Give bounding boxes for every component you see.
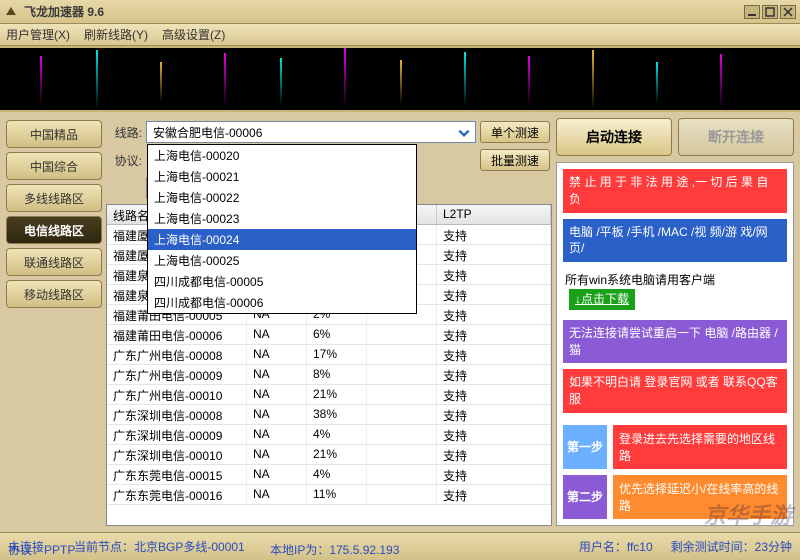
route-combo[interactable]: 安徽合肥电信-00006 上海电信-00020上海电信-00021上海电信-00… bbox=[146, 121, 476, 143]
step-text: 优先选择延迟小/在线率高的线路 bbox=[613, 475, 787, 519]
notice-download: 所有win系统电脑请用客户端 ↓点击下载 bbox=[563, 268, 787, 314]
sidebar-item-2[interactable]: 多线线路区 bbox=[6, 184, 102, 212]
dropdown-option[interactable]: 上海电信-00023 bbox=[148, 208, 416, 229]
sidebar-item-5[interactable]: 移动线路区 bbox=[6, 280, 102, 308]
table-row[interactable]: 广东东莞电信-00016NA11%支持 bbox=[107, 485, 551, 505]
notice-restart: 无法连接请尝试重启一下 电脑 /路由器 /猫 bbox=[563, 320, 787, 364]
status-protocol: 协议：PPTP bbox=[8, 541, 75, 558]
route-dropdown[interactable]: 上海电信-00020上海电信-00021上海电信-00022上海电信-00023… bbox=[147, 144, 417, 314]
chevron-down-icon bbox=[457, 126, 471, 140]
status-local-ip: 本地IP为：175.5.92.193 bbox=[270, 541, 399, 558]
batch-speedtest-button[interactable]: 批量测速 bbox=[480, 149, 550, 171]
close-button[interactable] bbox=[780, 5, 796, 19]
notice-platforms: 电脑 /平板 /手机 /MAC /视 频/游 戏/网页/ bbox=[563, 219, 787, 263]
step-row: 第一步登录进去先选择需要的地区线路 bbox=[563, 425, 787, 469]
connect-button[interactable]: 启动连接 bbox=[556, 118, 672, 156]
table-row[interactable]: 广东广州电信-00009NA8%支持 bbox=[107, 365, 551, 385]
download-link[interactable]: ↓点击下载 bbox=[569, 289, 635, 310]
table-row[interactable]: 广东广州电信-00008NA17%支持 bbox=[107, 345, 551, 365]
window-title: 飞龙加速器 9.6 bbox=[24, 3, 742, 20]
menu-advanced-settings[interactable]: 高级设置(Z) bbox=[162, 26, 225, 43]
table-row[interactable]: 广东深圳电信-00008NA38%支持 bbox=[107, 405, 551, 425]
dropdown-option[interactable]: 四川成都电信-00006 bbox=[148, 292, 416, 313]
app-icon bbox=[4, 5, 18, 19]
dropdown-option[interactable]: 上海电信-00020 bbox=[148, 145, 416, 166]
step-row: 第三步 选好线路点击启动连接->连接成功 bbox=[563, 525, 787, 526]
sidebar-item-0[interactable]: 中国精品 bbox=[6, 120, 102, 148]
sidebar-item-1[interactable]: 中国综合 bbox=[6, 152, 102, 180]
dropdown-option[interactable]: 上海电信-00024 bbox=[148, 229, 416, 250]
maximize-button[interactable] bbox=[762, 5, 778, 19]
banner-image bbox=[0, 46, 800, 112]
notice-support: 如果不明白请 登录官网 或者 联系QQ客服 bbox=[563, 369, 787, 413]
table-row[interactable]: 广东深圳电信-00010NA21%支持 bbox=[107, 445, 551, 465]
sidebar-item-3[interactable]: 电信线路区 bbox=[6, 216, 102, 244]
step-tag: 第一步 bbox=[563, 425, 607, 469]
notice-warning: 禁 止 用 于 非 法 用 途 ,一 切 后 果 自 负 bbox=[563, 169, 787, 213]
protocol-label: 协议: bbox=[108, 152, 142, 169]
step-tag: 第二步 bbox=[563, 475, 607, 519]
table-row[interactable]: 福建莆田电信-00006NA6%支持 bbox=[107, 325, 551, 345]
step-tag: 第三步 bbox=[563, 525, 607, 526]
step-row: 第二步优先选择延迟小/在线率高的线路 bbox=[563, 475, 787, 519]
menu-user-management[interactable]: 用户管理(X) bbox=[6, 26, 70, 43]
table-row[interactable]: 广东东莞电信-00015NA4%支持 bbox=[107, 465, 551, 485]
sidebar-item-4[interactable]: 联通线路区 bbox=[6, 248, 102, 276]
step-text: 登录进去先选择需要的地区线路 bbox=[613, 425, 787, 469]
column-header[interactable]: L2TP bbox=[437, 205, 551, 224]
table-row[interactable]: 广东广州电信-00010NA21%支持 bbox=[107, 385, 551, 405]
dropdown-option[interactable]: 上海电信-00021 bbox=[148, 166, 416, 187]
route-combo-value: 安徽合肥电信-00006 bbox=[153, 124, 262, 141]
single-speedtest-button[interactable]: 单个测速 bbox=[480, 121, 550, 143]
notice-panel: 禁 止 用 于 非 法 用 途 ,一 切 后 果 自 负 电脑 /平板 /手机 … bbox=[556, 162, 794, 526]
menu-bar: 用户管理(X) 刷新线路(Y) 高级设置(Z) bbox=[0, 24, 800, 46]
minimize-button[interactable] bbox=[744, 5, 760, 19]
step-text: 选好线路点击启动连接->连接成功 bbox=[613, 525, 787, 526]
title-bar: 飞龙加速器 9.6 bbox=[0, 0, 800, 24]
dropdown-option[interactable]: 上海电信-00022 bbox=[148, 187, 416, 208]
sidebar: 中国精品中国综合多线线路区电信线路区联通线路区移动线路区 bbox=[6, 118, 102, 526]
dropdown-option[interactable]: 四川成都电信-00005 bbox=[148, 271, 416, 292]
dropdown-option[interactable]: 上海电信-00025 bbox=[148, 250, 416, 271]
disconnect-button: 断开连接 bbox=[678, 118, 794, 156]
menu-refresh-routes[interactable]: 刷新线路(Y) bbox=[84, 26, 148, 43]
route-label: 线路: bbox=[108, 124, 142, 141]
table-row[interactable]: 广东深圳电信-00009NA4%支持 bbox=[107, 425, 551, 445]
